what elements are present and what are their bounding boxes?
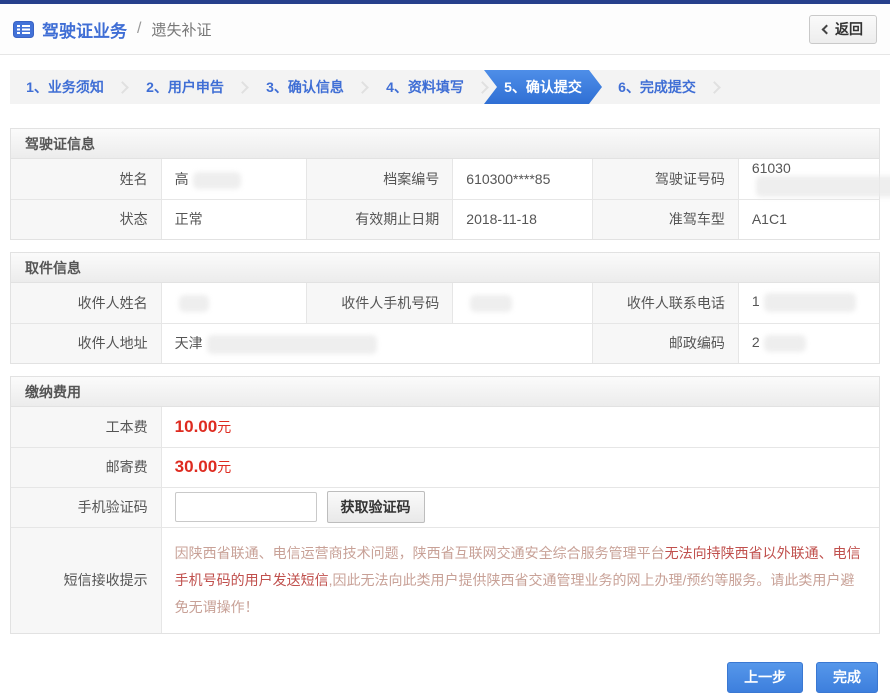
recipient-phone-label: 收件人联系电话 xyxy=(593,283,739,323)
notice-part-1: 因陕西省联通、电信运营商技术问题，陕西省互联网交通安全综合服务管理平台 xyxy=(175,545,665,561)
table-row: 邮寄费 30.00元 xyxy=(11,447,879,487)
breadcrumb-current: 遗失补证 xyxy=(151,19,211,40)
production-fee-label: 工本费 xyxy=(11,407,161,447)
get-code-button[interactable]: 获取验证码 xyxy=(327,491,425,523)
breadcrumb: 驾驶证业务 / 遗失补证 xyxy=(13,17,211,42)
production-fee-value: 10.00元 xyxy=(161,407,879,447)
table-row: 收件人地址 天津 邮政编码 2 xyxy=(11,323,879,363)
sms-code-cell: 获取验证码 xyxy=(161,487,879,527)
redaction-blur xyxy=(193,172,241,189)
name-value: 高 xyxy=(161,159,307,199)
footer-actions: 上一步 完成 xyxy=(0,662,878,693)
status-label: 状态 xyxy=(11,199,161,239)
pickup-info-table: 收件人姓名 收件人手机号码 收件人联系电话 1 收件人地址 天津 邮政编码 2 xyxy=(11,283,879,363)
back-button-label: 返回 xyxy=(835,19,863,39)
list-icon xyxy=(13,21,34,38)
table-row: 短信接收提示 因陕西省联通、电信运营商技术问题，陕西省互联网交通安全综合服务管理… xyxy=(11,527,879,633)
table-row: 姓名 高 档案编号 610300****85 驾驶证号码 61030 xyxy=(11,159,879,199)
postage-fee-label: 邮寄费 xyxy=(11,447,161,487)
table-row: 工本费 10.00元 xyxy=(11,407,879,447)
wizard-step-2[interactable]: 2、用户申告 xyxy=(130,70,240,104)
class-label: 准驾车型 xyxy=(593,199,739,239)
finish-button[interactable]: 完成 xyxy=(816,662,878,693)
wizard-step-1[interactable]: 1、业务须知 xyxy=(10,70,120,104)
license-no-label: 驾驶证号码 xyxy=(593,159,739,199)
production-fee-amount: 10.00 xyxy=(175,417,218,436)
sms-code-label: 手机验证码 xyxy=(11,487,161,527)
recipient-address-value: 天津 xyxy=(161,323,592,363)
section-pickup-info: 取件信息 收件人姓名 收件人手机号码 收件人联系电话 1 收件人地址 天津 xyxy=(10,252,880,364)
license-info-table: 姓名 高 档案编号 610300****85 驾驶证号码 61030 状态 正常… xyxy=(11,159,879,239)
fees-table: 工本费 10.00元 邮寄费 30.00元 手机验证码 获取验证码 短信接收提示… xyxy=(11,407,879,633)
wizard-step-5-active[interactable]: 5、确认提交 xyxy=(484,70,602,104)
wizard-step-4[interactable]: 4、资料填写 xyxy=(370,70,480,104)
section-license-info: 驾驶证信息 姓名 高 档案编号 610300****85 驾驶证号码 61030… xyxy=(10,128,880,240)
file-no-label: 档案编号 xyxy=(307,159,453,199)
redaction-blur xyxy=(470,295,512,312)
postal-code-value-text: 2 xyxy=(752,334,760,350)
section-title-license: 驾驶证信息 xyxy=(11,129,879,159)
recipient-mobile-value xyxy=(453,283,593,323)
expiry-value: 2018-11-18 xyxy=(453,199,593,239)
file-no-value: 610300****85 xyxy=(453,159,593,199)
step-wizard: 1、业务须知 2、用户申告 3、确认信息 4、资料填写 5、确认提交 6、完成提… xyxy=(10,70,880,104)
redaction-blur xyxy=(764,293,856,312)
redaction-blur xyxy=(207,335,377,354)
sms-notice-label: 短信接收提示 xyxy=(11,527,161,633)
section-title-fees: 缴纳费用 xyxy=(11,377,879,407)
sms-code-input[interactable] xyxy=(175,492,317,522)
postage-fee-amount: 30.00 xyxy=(175,457,218,476)
redaction-blur xyxy=(179,295,209,312)
page-header: 驾驶证业务 / 遗失补证 返回 xyxy=(0,4,890,55)
back-button[interactable]: 返回 xyxy=(809,15,877,44)
postage-fee-unit: 元 xyxy=(217,459,231,475)
table-row: 收件人姓名 收件人手机号码 收件人联系电话 1 xyxy=(11,283,879,323)
class-value: A1C1 xyxy=(738,199,879,239)
recipient-address-value-text: 天津 xyxy=(175,335,203,351)
breadcrumb-separator: / xyxy=(137,20,141,38)
wizard-step-3[interactable]: 3、确认信息 xyxy=(250,70,360,104)
name-label: 姓名 xyxy=(11,159,161,199)
recipient-phone-value: 1 xyxy=(738,283,879,323)
redaction-blur xyxy=(764,335,806,352)
redaction-blur xyxy=(756,176,890,197)
postal-code-value: 2 xyxy=(738,323,879,363)
license-no-value: 61030 xyxy=(738,159,879,199)
wizard-step-6[interactable]: 6、完成提交 xyxy=(602,70,712,104)
postage-fee-value: 30.00元 xyxy=(161,447,879,487)
recipient-mobile-label: 收件人手机号码 xyxy=(307,283,453,323)
expiry-label: 有效期止日期 xyxy=(307,199,453,239)
recipient-phone-value-text: 1 xyxy=(752,293,760,309)
section-fees: 缴纳费用 工本费 10.00元 邮寄费 30.00元 手机验证码 获取验证码 短… xyxy=(10,376,880,634)
name-value-text: 高 xyxy=(175,171,189,187)
status-value: 正常 xyxy=(161,199,307,239)
page-title: 驾驶证业务 xyxy=(42,17,127,42)
prev-step-button[interactable]: 上一步 xyxy=(727,662,803,693)
postal-code-label: 邮政编码 xyxy=(593,323,739,363)
recipient-address-label: 收件人地址 xyxy=(11,323,161,363)
recipient-name-value xyxy=(161,283,307,323)
table-row: 手机验证码 获取验证码 xyxy=(11,487,879,527)
production-fee-unit: 元 xyxy=(217,419,231,435)
recipient-name-label: 收件人姓名 xyxy=(11,283,161,323)
section-title-pickup: 取件信息 xyxy=(11,253,879,283)
sms-notice-text: 因陕西省联通、电信运营商技术问题，陕西省互联网交通安全综合服务管理平台无法向持陕… xyxy=(161,527,879,633)
license-no-value-text: 61030 xyxy=(752,160,791,176)
back-chevron-icon xyxy=(822,24,832,34)
table-row: 状态 正常 有效期止日期 2018-11-18 准驾车型 A1C1 xyxy=(11,199,879,239)
